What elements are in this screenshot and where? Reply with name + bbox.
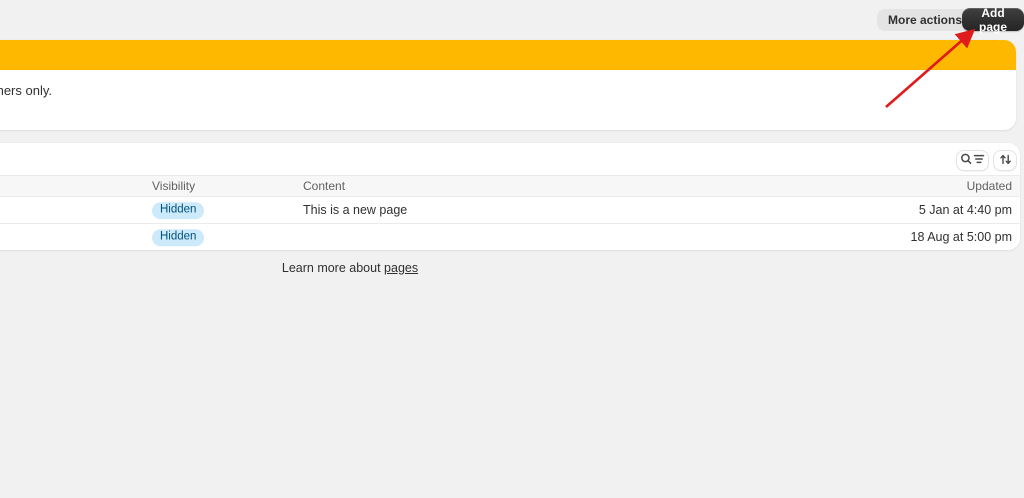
add-page-button[interactable]: Add page <box>962 5 1024 34</box>
footer-help-text: Learn more about pages <box>0 261 700 275</box>
updated-cell: 5 Jan at 4:40 pm <box>918 203 1012 217</box>
more-actions-label: More actions <box>888 13 963 27</box>
status-badge: Hidden <box>152 229 205 246</box>
updated-cell: 18 Aug at 5:00 pm <box>910 230 1012 244</box>
pages-help-link[interactable]: pages <box>384 261 418 275</box>
banner-message: mers only. <box>0 83 52 98</box>
table-toolbar <box>0 143 1020 175</box>
pages-table-card: Visibility Content Updated Hidden This i… <box>0 143 1020 250</box>
table-row[interactable]: Hidden 18 Aug at 5:00 pm <box>0 223 1020 250</box>
content-cell: This is a new page <box>303 203 408 217</box>
column-header-updated[interactable]: Updated <box>967 179 1012 193</box>
sort-icon <box>999 153 1012 169</box>
search-and-filter-button[interactable] <box>956 150 989 171</box>
visibility-cell: Hidden <box>152 228 205 246</box>
table-row[interactable]: Hidden This is a new page 5 Jan at 4:40 … <box>0 197 1020 223</box>
banner-card: mers only. <box>0 40 1016 130</box>
footer-help-label: Learn more about <box>281 261 381 275</box>
sort-button[interactable] <box>993 150 1017 171</box>
add-page-label: Add page <box>978 5 1007 34</box>
column-header-content[interactable]: Content <box>303 179 345 193</box>
table-header-row: Visibility Content Updated <box>0 175 1020 197</box>
page-header-actions: More actions Add page <box>0 0 1024 40</box>
column-header-visibility[interactable]: Visibility <box>152 179 195 193</box>
status-badge: Hidden <box>152 202 205 219</box>
pages-admin-screen: More actions Add page mers only. <box>0 0 1024 498</box>
visibility-cell: Hidden <box>152 201 205 219</box>
banner-accent-bar <box>0 40 1016 70</box>
search-and-filter-icon <box>960 152 985 169</box>
